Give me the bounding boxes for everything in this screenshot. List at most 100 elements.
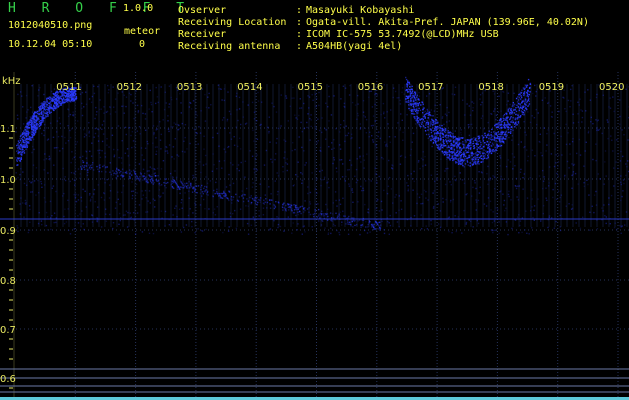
signal-pixel	[188, 190, 190, 192]
minute-label: 0518	[478, 82, 503, 93]
signal-pixel	[17, 152, 19, 155]
signal-pixel	[43, 197, 46, 199]
signal-pixel	[325, 138, 327, 140]
signal-pixel	[359, 126, 362, 129]
signal-pixel	[106, 178, 108, 181]
signal-pixel	[244, 160, 247, 162]
signal-pixel	[442, 133, 444, 135]
signal-pixel	[294, 114, 296, 116]
signal-pixel	[617, 153, 619, 155]
signal-pixel	[537, 198, 539, 200]
signal-pixel	[170, 184, 172, 186]
signal-pixel	[262, 214, 265, 216]
signal-pixel	[438, 143, 440, 146]
signal-pixel	[251, 101, 254, 104]
signal-pixel	[481, 172, 483, 174]
signal-pixel	[506, 134, 508, 137]
signal-pixel	[411, 90, 414, 93]
signal-pixel	[432, 192, 434, 194]
signal-pixel	[504, 119, 506, 121]
antenna-label: Receiving antenna	[178, 41, 281, 52]
signal-pixel	[301, 130, 303, 133]
signal-pixel	[365, 132, 368, 134]
location-sep: :	[296, 17, 303, 28]
spectrogram: kHz 0511 0512 0513 0514 0515 0516 0517 0518 0519…	[0, 72, 629, 400]
signal-pixel	[335, 212, 337, 214]
signal-pixel	[29, 132, 32, 134]
signal-pixel	[509, 123, 511, 126]
signal-pixel	[71, 95, 73, 97]
signal-pixel	[221, 119, 224, 121]
signal-pixel	[191, 225, 193, 228]
signal-pixel	[470, 141, 472, 143]
signal-pixel	[38, 118, 40, 121]
signal-pixel	[378, 210, 381, 212]
signal-pixel	[605, 175, 607, 177]
signal-pixel	[292, 142, 294, 144]
signal-pixel	[584, 150, 586, 152]
signal-pixel	[582, 216, 584, 218]
signal-pixel	[341, 221, 343, 223]
signal-pixel	[571, 174, 573, 177]
signal-pixel	[338, 217, 341, 219]
signal-pixel	[24, 139, 27, 141]
signal-pixel	[112, 170, 114, 172]
signal-pixel	[353, 220, 355, 222]
signal-pixel	[343, 215, 345, 217]
signal-pixel	[176, 216, 178, 218]
signal-pixel	[407, 81, 409, 83]
signal-pixel	[346, 219, 349, 221]
signal-pixel	[449, 158, 451, 160]
signal-pixel	[437, 137, 439, 139]
signal-pixel	[25, 94, 28, 97]
signal-pixel	[181, 150, 184, 153]
signal-pixel	[477, 140, 479, 143]
signal-pixel	[340, 159, 343, 161]
signal-pixel	[23, 182, 26, 185]
signal-pixel	[459, 172, 461, 174]
signal-pixel	[253, 118, 256, 120]
signal-pixel	[25, 132, 27, 134]
signal-pixel	[202, 164, 205, 166]
signal-pixel	[180, 112, 182, 114]
signal-pixel	[512, 104, 514, 106]
signal-pixel	[512, 121, 514, 124]
signal-pixel	[190, 108, 193, 110]
signal-pixel	[82, 160, 84, 162]
signal-pixel	[560, 135, 562, 138]
signal-pixel	[446, 106, 448, 109]
signal-pixel	[432, 115, 434, 117]
signal-pixel	[453, 150, 456, 152]
signal-pixel	[213, 189, 215, 192]
signal-pixel	[445, 198, 447, 201]
signal-pixel	[608, 197, 610, 199]
signal-pixel	[99, 156, 102, 159]
signal-pixel	[469, 162, 471, 164]
signal-pixel	[221, 167, 223, 169]
signal-pixel	[244, 176, 246, 178]
signal-pixel	[20, 142, 23, 144]
signal-pixel	[330, 227, 332, 229]
signal-pixel	[85, 151, 88, 153]
signal-pixel	[508, 195, 510, 198]
signal-pixel	[153, 173, 155, 175]
signal-pixel	[93, 136, 95, 138]
signal-pixel	[308, 96, 311, 98]
signal-pixel	[128, 164, 131, 166]
signal-pixel	[520, 95, 523, 97]
signal-pixel	[149, 202, 151, 204]
signal-pixel	[451, 151, 454, 154]
signal-pixel	[299, 210, 301, 213]
signal-pixel	[88, 194, 91, 196]
signal-pixel	[276, 216, 278, 218]
signal-pixel	[473, 147, 476, 149]
signal-pixel	[33, 121, 36, 124]
signal-pixel	[268, 116, 270, 118]
signal-pixel	[550, 115, 553, 118]
signal-pixel	[101, 124, 104, 126]
signal-pixel	[533, 117, 536, 119]
signal-pixel	[478, 151, 480, 153]
signal-pixel	[103, 199, 106, 201]
signal-pixel	[490, 209, 492, 211]
signal-pixel	[485, 136, 488, 139]
